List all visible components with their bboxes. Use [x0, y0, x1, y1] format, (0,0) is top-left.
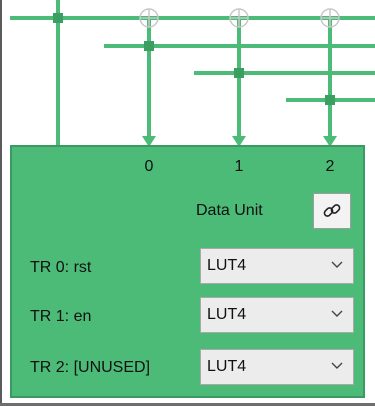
chevron-down-icon — [331, 310, 343, 317]
select-value: LUT4 — [207, 306, 247, 323]
data-unit-link-button[interactable] — [313, 193, 351, 229]
crossing-marker — [320, 8, 340, 28]
select-value: LUT4 — [207, 358, 247, 375]
port-label-0: 0 — [144, 158, 154, 175]
port-label-1: 1 — [234, 158, 244, 175]
link-icon — [323, 204, 341, 217]
trigger-label-1: TR 1: en — [30, 308, 92, 325]
trigger-0-mode-select[interactable]: LUT4 — [200, 248, 354, 284]
crossing-marker — [139, 8, 159, 28]
data-unit-label: Data Unit — [196, 202, 263, 219]
crossing-marker — [229, 8, 249, 28]
junction-dot — [234, 68, 244, 78]
junction-dot — [53, 13, 63, 23]
trigger-1-mode-select[interactable]: LUT4 — [200, 297, 354, 333]
routing-view: 0 1 2 Data Unit TR 0: rst LUT4 TR 1: en … — [0, 0, 375, 406]
select-value: LUT4 — [207, 257, 247, 274]
trigger-2-mode-select[interactable]: LUT4 — [200, 349, 354, 385]
chevron-down-icon — [331, 261, 343, 268]
trigger-label-0: TR 0: rst — [30, 259, 92, 276]
trigger-label-2: TR 2: [UNUSED] — [30, 359, 151, 376]
junction-dot — [325, 95, 335, 105]
chevron-down-icon — [331, 362, 343, 369]
port-label-2: 2 — [325, 158, 335, 175]
panel-border — [0, 0, 2, 406]
junction-dot — [144, 41, 154, 51]
